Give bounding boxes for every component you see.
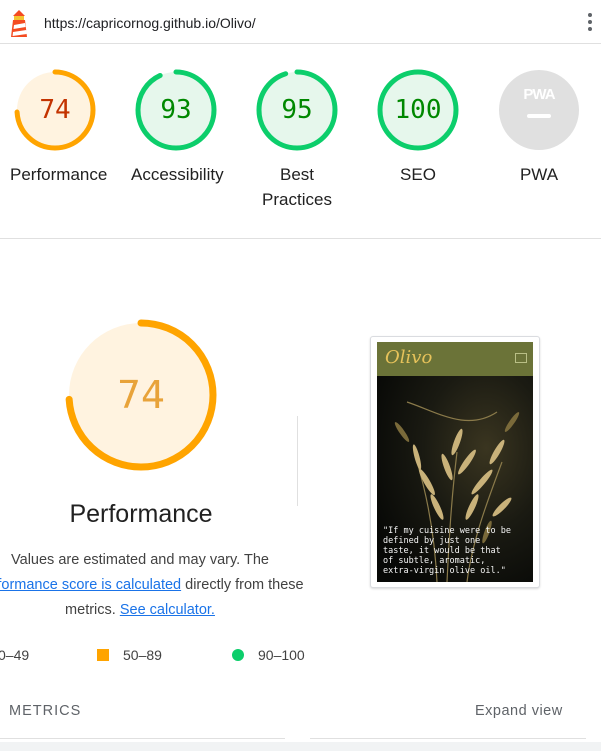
pass-circle-icon <box>232 649 244 661</box>
score-value-accessibility: 93 <box>160 95 192 125</box>
gauge-seo: 100 <box>376 68 460 152</box>
pwa-badge-text: PWA <box>523 86 555 103</box>
legend-pass-range: 90–100 <box>258 647 305 663</box>
lighthouse-icon <box>8 10 30 38</box>
legend-average-range: 50–89 <box>123 647 162 663</box>
screenshot-image: Olivo "If my cuisine were to be defined … <box>377 342 533 582</box>
report-url[interactable]: https://capricornog.github.io/Olivo/ <box>44 15 256 31</box>
score-label-seo: SEO <box>400 165 436 184</box>
performance-title: Performance <box>69 500 213 528</box>
score-best-practices[interactable]: 95 Best Practices <box>252 68 342 212</box>
report-topbar: https://capricornog.github.io/Olivo/ <box>0 0 601 44</box>
score-label-best-practices: Best Practices <box>262 165 332 209</box>
metrics-divider-right <box>310 738 586 739</box>
score-value-performance: 74 <box>39 95 71 125</box>
performance-big-score: 74 <box>116 373 166 417</box>
screenshot-menu-icon <box>515 353 527 363</box>
screenshot-quote: "If my cuisine were to be defined by jus… <box>383 526 511 576</box>
expand-view-button[interactable]: Expand view <box>475 703 563 719</box>
gauge-accessibility: 93 <box>134 68 218 152</box>
score-label-pwa: PWA <box>519 165 559 184</box>
average-square-icon <box>97 649 109 661</box>
metrics-heading: METRICS <box>9 703 82 719</box>
performance-big-gauge: 74 <box>64 318 218 472</box>
score-value-best-practices: 95 <box>281 95 313 125</box>
score-seo[interactable]: 100 SEO <box>373 68 463 187</box>
score-calculated-link[interactable]: performance score is calculated <box>0 577 181 593</box>
score-pwa[interactable]: PWA PWA <box>494 68 584 187</box>
screenshot-header: Olivo <box>377 342 533 376</box>
legend-average: 50–89 <box>97 647 162 663</box>
vertical-divider <box>297 416 298 506</box>
score-performance[interactable]: 74 Performance <box>10 68 108 187</box>
legend-pass: 90–100 <box>232 647 305 663</box>
more-options-icon[interactable] <box>582 13 598 37</box>
gauge-performance: 74 <box>13 68 97 152</box>
legend-fail: 0–49 <box>0 647 29 663</box>
score-label-performance: Performance <box>10 165 108 184</box>
performance-description: Values are estimated and may vary. The p… <box>0 548 310 623</box>
final-screenshot[interactable]: Olivo "If my cuisine were to be defined … <box>370 336 540 588</box>
section-divider <box>0 238 601 239</box>
legend-fail-range: 0–49 <box>0 647 30 663</box>
gauge-best-practices: 95 <box>255 68 339 152</box>
pwa-badge-icon: PWA <box>497 68 581 152</box>
metrics-divider-left <box>0 738 285 739</box>
screenshot-logo: Olivo <box>385 347 433 368</box>
score-label-accessibility: Accessibility <box>131 165 224 184</box>
score-value-seo: 100 <box>394 95 442 125</box>
metric-row-strip <box>0 742 601 751</box>
see-calculator-link[interactable]: See calculator. <box>120 602 215 618</box>
desc-text-1: Values are estimated and may vary. The <box>11 552 269 568</box>
score-accessibility[interactable]: 93 Accessibility <box>131 68 224 187</box>
